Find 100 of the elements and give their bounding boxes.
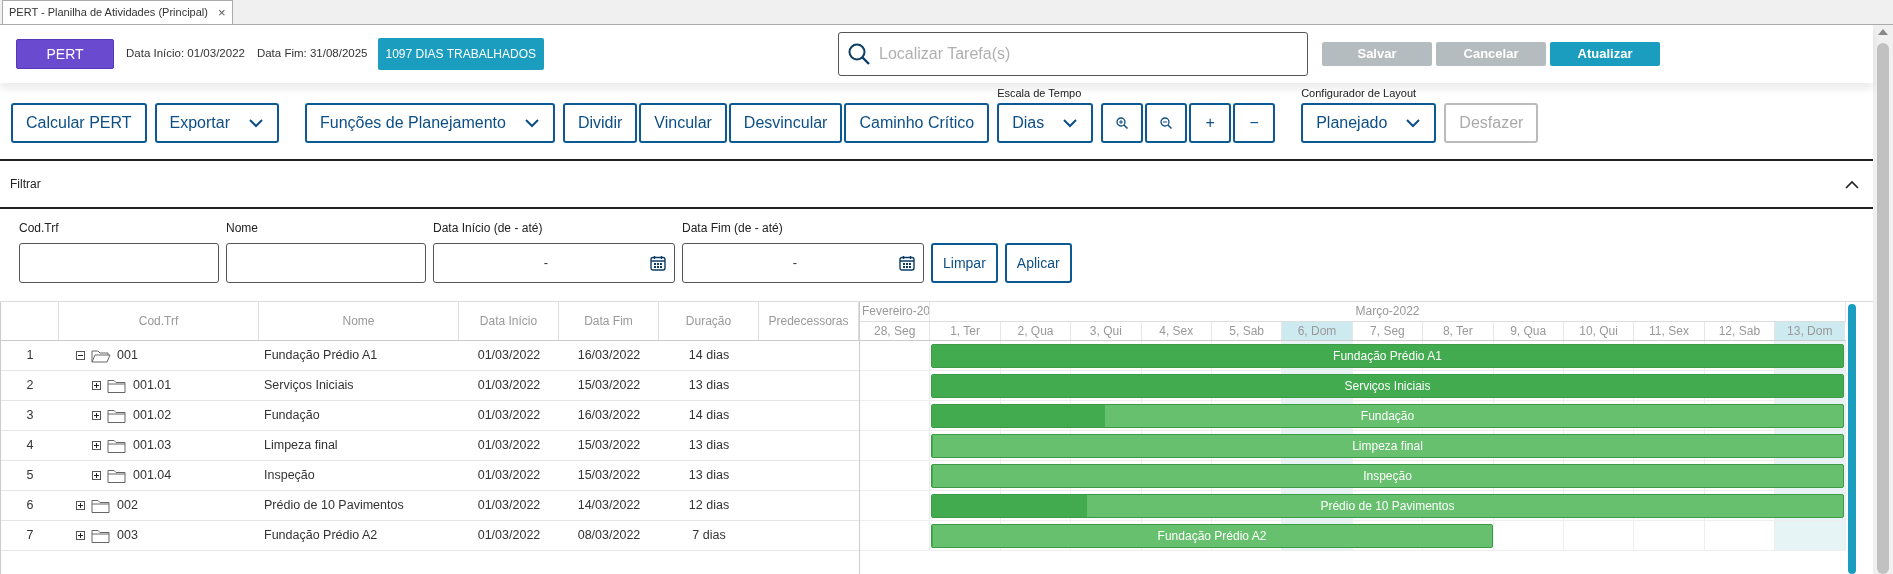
toolbar-button[interactable]: Desvincular — [728, 103, 843, 143]
column-header: Cod.Trf — [59, 302, 259, 340]
task-code: 002 — [117, 497, 138, 515]
field-label: Cod.Trf — [19, 220, 60, 237]
filter-button[interactable]: Limpar — [931, 243, 998, 283]
table-cell-text: 14 dias — [687, 347, 731, 365]
row-number: 3 — [25, 407, 35, 425]
row-number: 1 — [25, 347, 35, 365]
input-field[interactable] — [226, 243, 426, 283]
dropdown-button[interactable]: Dias — [997, 103, 1094, 143]
toolbar-button[interactable]: Calcular PERT — [11, 103, 147, 143]
column-header: Data Início — [459, 302, 559, 340]
table-cell-text: 13 dias — [687, 467, 731, 485]
filter-title: Filtrar — [10, 176, 41, 193]
folder-icon — [107, 407, 127, 424]
day-header: 4, Sex — [1141, 322, 1212, 340]
task-code: 001.03 — [133, 437, 172, 455]
table-cell-text: 14 dias — [687, 407, 731, 425]
column-header: Data Fim — [559, 302, 659, 340]
calendar-icon[interactable] — [899, 255, 915, 271]
row-number: 5 — [25, 467, 35, 485]
table-cell-text: 7 dias — [691, 527, 727, 545]
task-name: Fundação Prédio A2 — [263, 527, 379, 545]
table-cell-text: 01/03/2022 — [476, 377, 542, 395]
toolbar-caption: Escala de Tempo — [997, 85, 1083, 101]
folder-icon — [107, 377, 127, 394]
input-field[interactable] — [19, 243, 219, 283]
chevron-down-icon — [248, 118, 264, 128]
zoom-in-icon — [1116, 117, 1129, 129]
field-label: Data Fim (de - até) — [682, 220, 784, 237]
chevron-down-icon — [523, 118, 540, 128]
field-label: Data Início (de - até) — [433, 220, 544, 237]
toolbar-button[interactable]: Vincular — [639, 103, 727, 143]
column-header: Predecessoras — [759, 302, 859, 340]
folder-icon — [91, 527, 111, 544]
task-code: 001.01 — [133, 377, 172, 395]
day-header: 9, Qua — [1493, 322, 1564, 340]
zoom-out-icon — [1160, 117, 1173, 129]
table-cell-text: 13 dias — [687, 377, 731, 395]
toolbar-button[interactable] — [1101, 103, 1144, 143]
toolbar-button[interactable]: − — [1233, 103, 1276, 143]
toolbar-button[interactable]: Caminho Crítico — [844, 103, 990, 143]
pert-button[interactable]: PERT — [16, 39, 114, 69]
folder-icon — [91, 497, 111, 514]
expand-icon[interactable] — [92, 381, 101, 390]
expand-icon[interactable] — [92, 411, 101, 420]
table-cell-text: 12 dias — [687, 497, 731, 515]
task-name: Serviços Iniciais — [263, 377, 355, 395]
task-code: 001.04 — [133, 467, 172, 485]
calendar-icon[interactable] — [650, 255, 666, 271]
table-cell-text: 16/03/2022 — [576, 407, 642, 425]
table-cell-text: 14/03/2022 — [576, 497, 642, 515]
day-header: 11, Sex — [1634, 322, 1705, 340]
row-number: 6 — [25, 497, 35, 515]
search-field[interactable]: Localizar Tarefa(s) — [838, 32, 1308, 76]
table-cell-text: 01/03/2022 — [476, 407, 542, 425]
column-header: Duração — [659, 302, 759, 340]
toolbar-button[interactable]: Dividir — [562, 103, 638, 143]
table-cell-text: 15/03/2022 — [576, 467, 642, 485]
expand-icon[interactable] — [76, 531, 85, 540]
date-range-field[interactable]: - — [433, 243, 675, 283]
expand-icon[interactable] — [92, 471, 101, 480]
row-number: 7 — [25, 527, 35, 545]
toolbar-caption: Configurador de Layout — [1301, 85, 1418, 101]
dropdown-button[interactable]: Exportar — [154, 103, 279, 143]
field-label: Nome — [226, 220, 259, 237]
dropdown-button[interactable]: Funções de Planejamento — [305, 103, 555, 143]
day-header: 10, Qui — [1563, 322, 1635, 340]
expand-icon[interactable] — [92, 441, 101, 450]
day-header: 28, Seg — [860, 322, 931, 340]
task-name: Prédio de 10 Pavimentos — [263, 497, 405, 515]
task-code: 003 — [117, 527, 138, 545]
day-header: 3, Qui — [1071, 322, 1142, 340]
expand-icon[interactable] — [76, 501, 85, 510]
task-code: 001.02 — [133, 407, 172, 425]
start-date-text: Data Início: 01/03/2022 — [126, 46, 245, 62]
weekend-cell — [1775, 521, 1846, 550]
task-code: 001 — [117, 347, 138, 365]
toolbar-button[interactable] — [1145, 103, 1188, 143]
table-cell-text: 01/03/2022 — [476, 437, 542, 455]
table-cell-text: 15/03/2022 — [576, 437, 642, 455]
chevron-down-icon — [1405, 118, 1422, 128]
dropdown-button[interactable]: Planejado — [1301, 103, 1437, 143]
task-name: Fundação Prédio A1 — [263, 347, 379, 365]
table-cell-text: 01/03/2022 — [476, 497, 542, 515]
toolbar-button[interactable]: + — [1189, 103, 1232, 143]
date-range-field[interactable]: - — [682, 243, 924, 283]
month-header: Fevereiro-20 — [860, 302, 931, 321]
end-date-text: Data Fim: 31/08/2025 — [256, 46, 368, 62]
row-number: 2 — [25, 377, 35, 395]
window-tab[interactable]: PERT - Planilha de Atividades (Principal) × — [2, 0, 233, 24]
day-header: 2, Qua — [1000, 322, 1072, 340]
table-cell-text: 01/03/2022 — [476, 467, 542, 485]
task-name: Fundação — [263, 407, 321, 425]
day-header: 8, Ter — [1423, 322, 1494, 340]
table-cell-text: 01/03/2022 — [476, 527, 542, 545]
close-icon[interactable]: × — [217, 2, 226, 23]
chevron-up-icon[interactable] — [1845, 179, 1859, 189]
filter-button[interactable]: Aplicar — [1004, 243, 1072, 283]
collapse-icon[interactable] — [76, 351, 85, 360]
